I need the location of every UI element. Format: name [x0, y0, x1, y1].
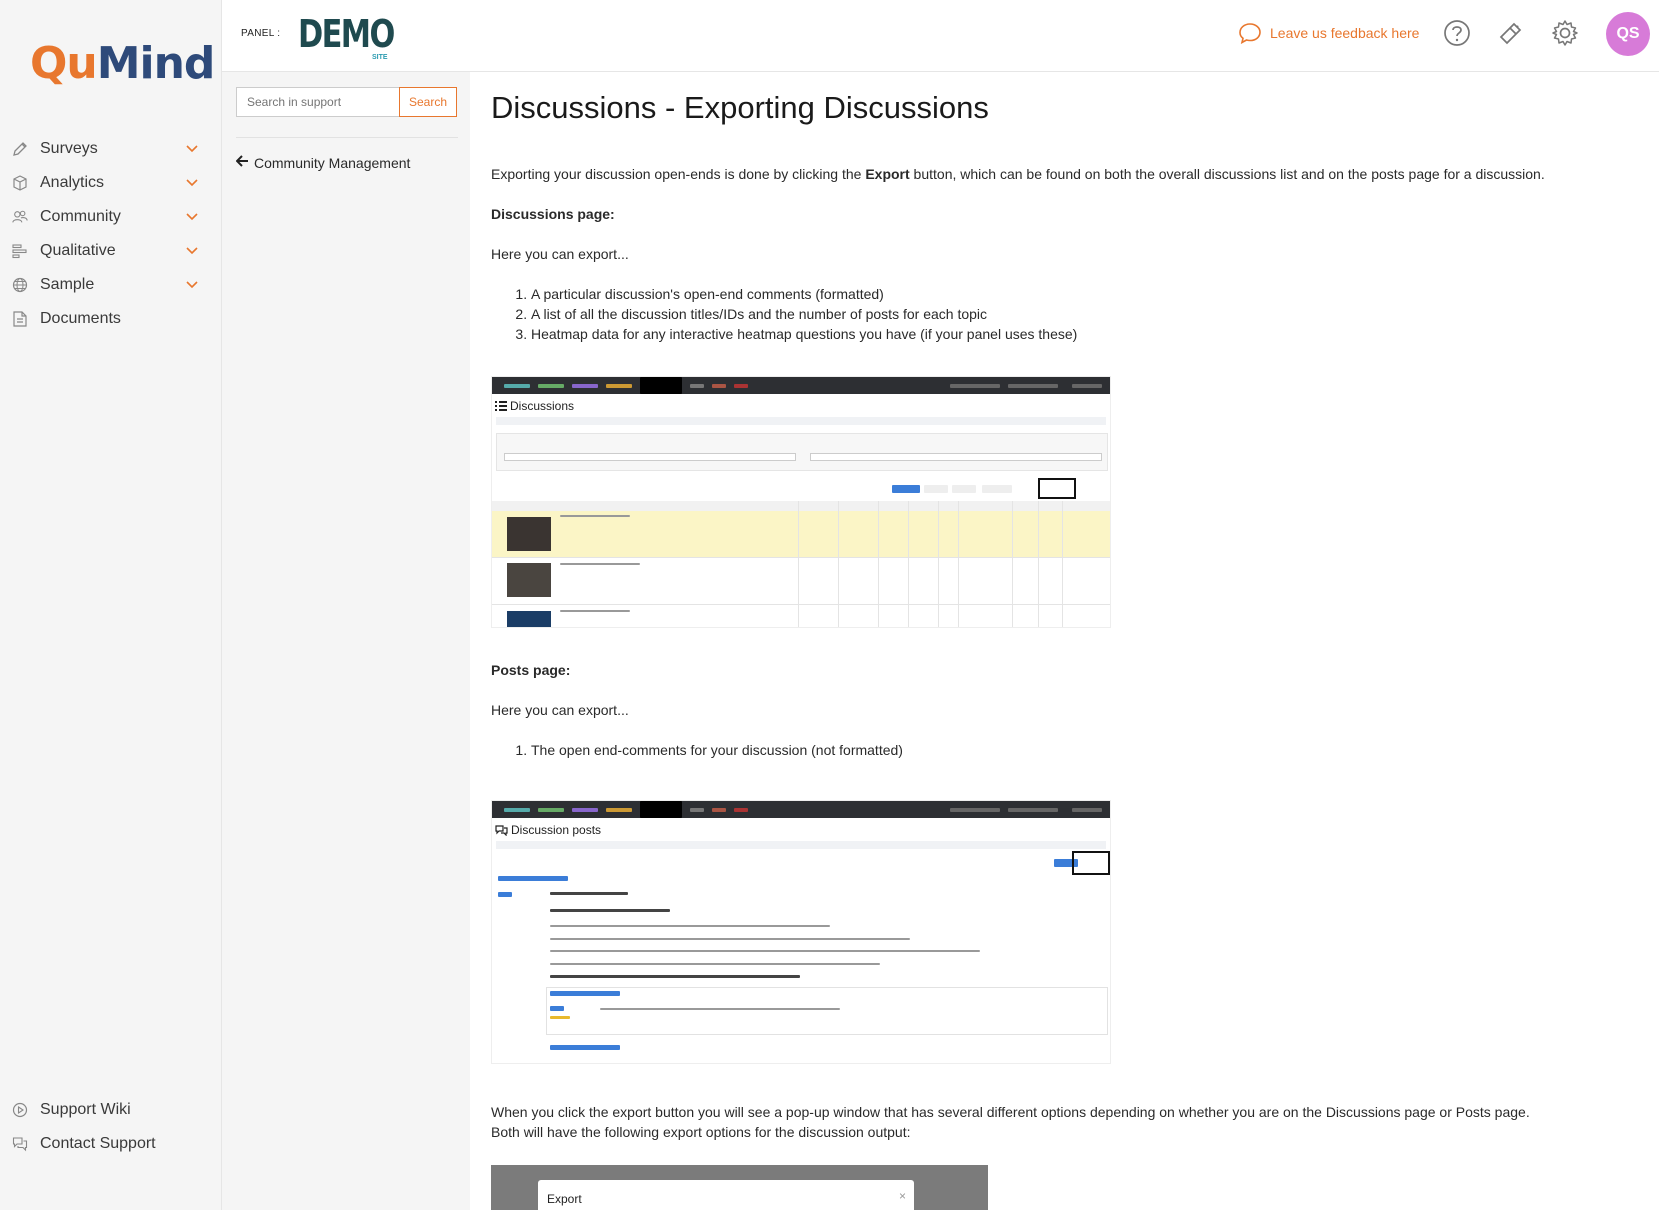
support-search: Search — [236, 87, 457, 117]
chevron-down-icon — [186, 213, 200, 221]
panel-logo[interactable]: DEMO SITE — [298, 12, 395, 61]
article-content: Discussions - Exporting Discussions Expo… — [470, 72, 1659, 1210]
page-title: Discussions - Exporting Discussions — [491, 90, 989, 125]
back-to-community-management-link[interactable]: Community Management — [235, 154, 411, 171]
sidebar-item-analytics[interactable]: Analytics — [0, 166, 222, 200]
help-icon[interactable] — [1442, 18, 1472, 48]
gear-icon[interactable] — [1550, 18, 1580, 48]
sidebar-item-label: Sample — [40, 276, 95, 293]
play-circle-icon — [12, 1102, 28, 1118]
sidebar-item-contact-support[interactable]: Contact Support — [0, 1127, 222, 1161]
screenshot-title: Discussion posts — [495, 823, 1110, 837]
export-button-highlight — [1072, 851, 1110, 875]
sidebar-item-surveys[interactable]: Surveys — [0, 132, 222, 166]
arrow-left-icon — [235, 154, 249, 171]
export-button-highlight — [1038, 478, 1076, 499]
sidebar-item-documents[interactable]: Documents — [0, 302, 222, 336]
chevron-down-icon — [186, 145, 200, 153]
sidebar-item-label: Analytics — [40, 174, 105, 191]
users-icon — [12, 209, 28, 225]
closing-paragraph-line-2: Both will have the following export opti… — [491, 1124, 911, 1140]
ticket-icon[interactable] — [1496, 18, 1526, 48]
export-modal-screenshot: Export × — [491, 1165, 988, 1210]
thumbnail — [507, 517, 551, 551]
sidebar-item-label: Documents — [40, 310, 121, 327]
posts-page-heading: Posts page: — [491, 662, 571, 678]
screenshot-navbar — [492, 377, 1110, 394]
discussions-list-screenshot: Discussions — [491, 376, 1111, 628]
sidebar-item-community[interactable]: Community — [0, 200, 222, 234]
export-modal: Export × — [538, 1180, 914, 1210]
speech-bubble-icon — [1239, 23, 1261, 44]
thumbnail — [507, 611, 551, 627]
globe-icon — [12, 277, 28, 293]
discussions-page-heading: Discussions page: — [491, 206, 615, 222]
screenshot-navbar — [492, 801, 1110, 818]
list-item: A list of all the discussion titles/IDs … — [531, 304, 1077, 324]
export-keyword: Export — [865, 166, 910, 182]
sidebar-bottom-nav: Support Wiki Contact Support — [0, 1093, 222, 1161]
chevron-down-icon — [186, 247, 200, 255]
sidebar-item-sample[interactable]: Sample — [0, 268, 222, 302]
thumbnail — [507, 563, 551, 597]
export-modal-title: Export — [547, 1192, 582, 1206]
chevron-down-icon — [186, 179, 200, 187]
top-header: PANEL : DEMO SITE Leave us feedback here… — [222, 0, 1659, 72]
bars-icon — [12, 243, 28, 259]
sidebar-item-support-wiki[interactable]: Support Wiki — [0, 1093, 222, 1127]
sidebar-item-label: Contact Support — [40, 1135, 156, 1152]
sidebar-item-label: Qualitative — [40, 242, 116, 259]
sidebar-item-label: Surveys — [40, 140, 98, 157]
comments-icon — [495, 824, 508, 836]
screenshot-title: Discussions — [495, 399, 1110, 413]
qumind-logo[interactable]: QuMind — [30, 38, 215, 89]
pencil-icon — [12, 141, 28, 157]
support-search-input[interactable] — [236, 87, 399, 117]
screenshot-breadcrumb — [496, 841, 1106, 849]
sidebar-item-label: Support Wiki — [40, 1101, 131, 1118]
divider — [236, 137, 458, 138]
screenshot-breadcrumb — [496, 417, 1106, 425]
app-root: QuMind Surveys Analytics Community Quali… — [0, 0, 1659, 1210]
close-icon: × — [898, 1189, 906, 1203]
sidebar-item-qualitative[interactable]: Qualitative — [0, 234, 222, 268]
chevron-down-icon — [186, 281, 200, 289]
feedback-label: Leave us feedback here — [1270, 25, 1420, 41]
support-search-button[interactable]: Search — [399, 87, 457, 117]
list-item: A particular discussion's open-end comme… — [531, 284, 1077, 304]
sidebar-nav: Surveys Analytics Community Qualitative … — [0, 132, 222, 336]
chat-icon — [12, 1136, 28, 1152]
support-sidebar: Search Community Management — [222, 72, 470, 1210]
list-icon — [495, 401, 507, 411]
feedback-link[interactable]: Leave us feedback here — [1238, 22, 1419, 44]
intro-paragraph: Exporting your discussion open-ends is d… — [491, 166, 1545, 182]
sidebar-item-label: Community — [40, 208, 121, 225]
panel-label: PANEL : — [241, 28, 281, 39]
closing-paragraph-line-1: When you click the export button you wil… — [491, 1104, 1530, 1120]
posts-export-list: The open end-comments for your discussio… — [517, 740, 903, 760]
document-icon — [12, 311, 28, 327]
cube-icon — [12, 175, 28, 191]
discussions-export-list: A particular discussion's open-end comme… — [517, 284, 1077, 344]
back-link-label: Community Management — [254, 154, 411, 171]
discussion-posts-screenshot: Discussion posts — [491, 800, 1111, 1064]
sidebar: QuMind Surveys Analytics Community Quali… — [0, 0, 222, 1210]
posts-lead: Here you can export... — [491, 702, 629, 718]
list-item: Heatmap data for any interactive heatmap… — [531, 324, 1077, 344]
discussions-lead: Here you can export... — [491, 246, 629, 262]
user-avatar[interactable]: QS — [1606, 12, 1650, 56]
list-item: The open end-comments for your discussio… — [531, 740, 903, 760]
